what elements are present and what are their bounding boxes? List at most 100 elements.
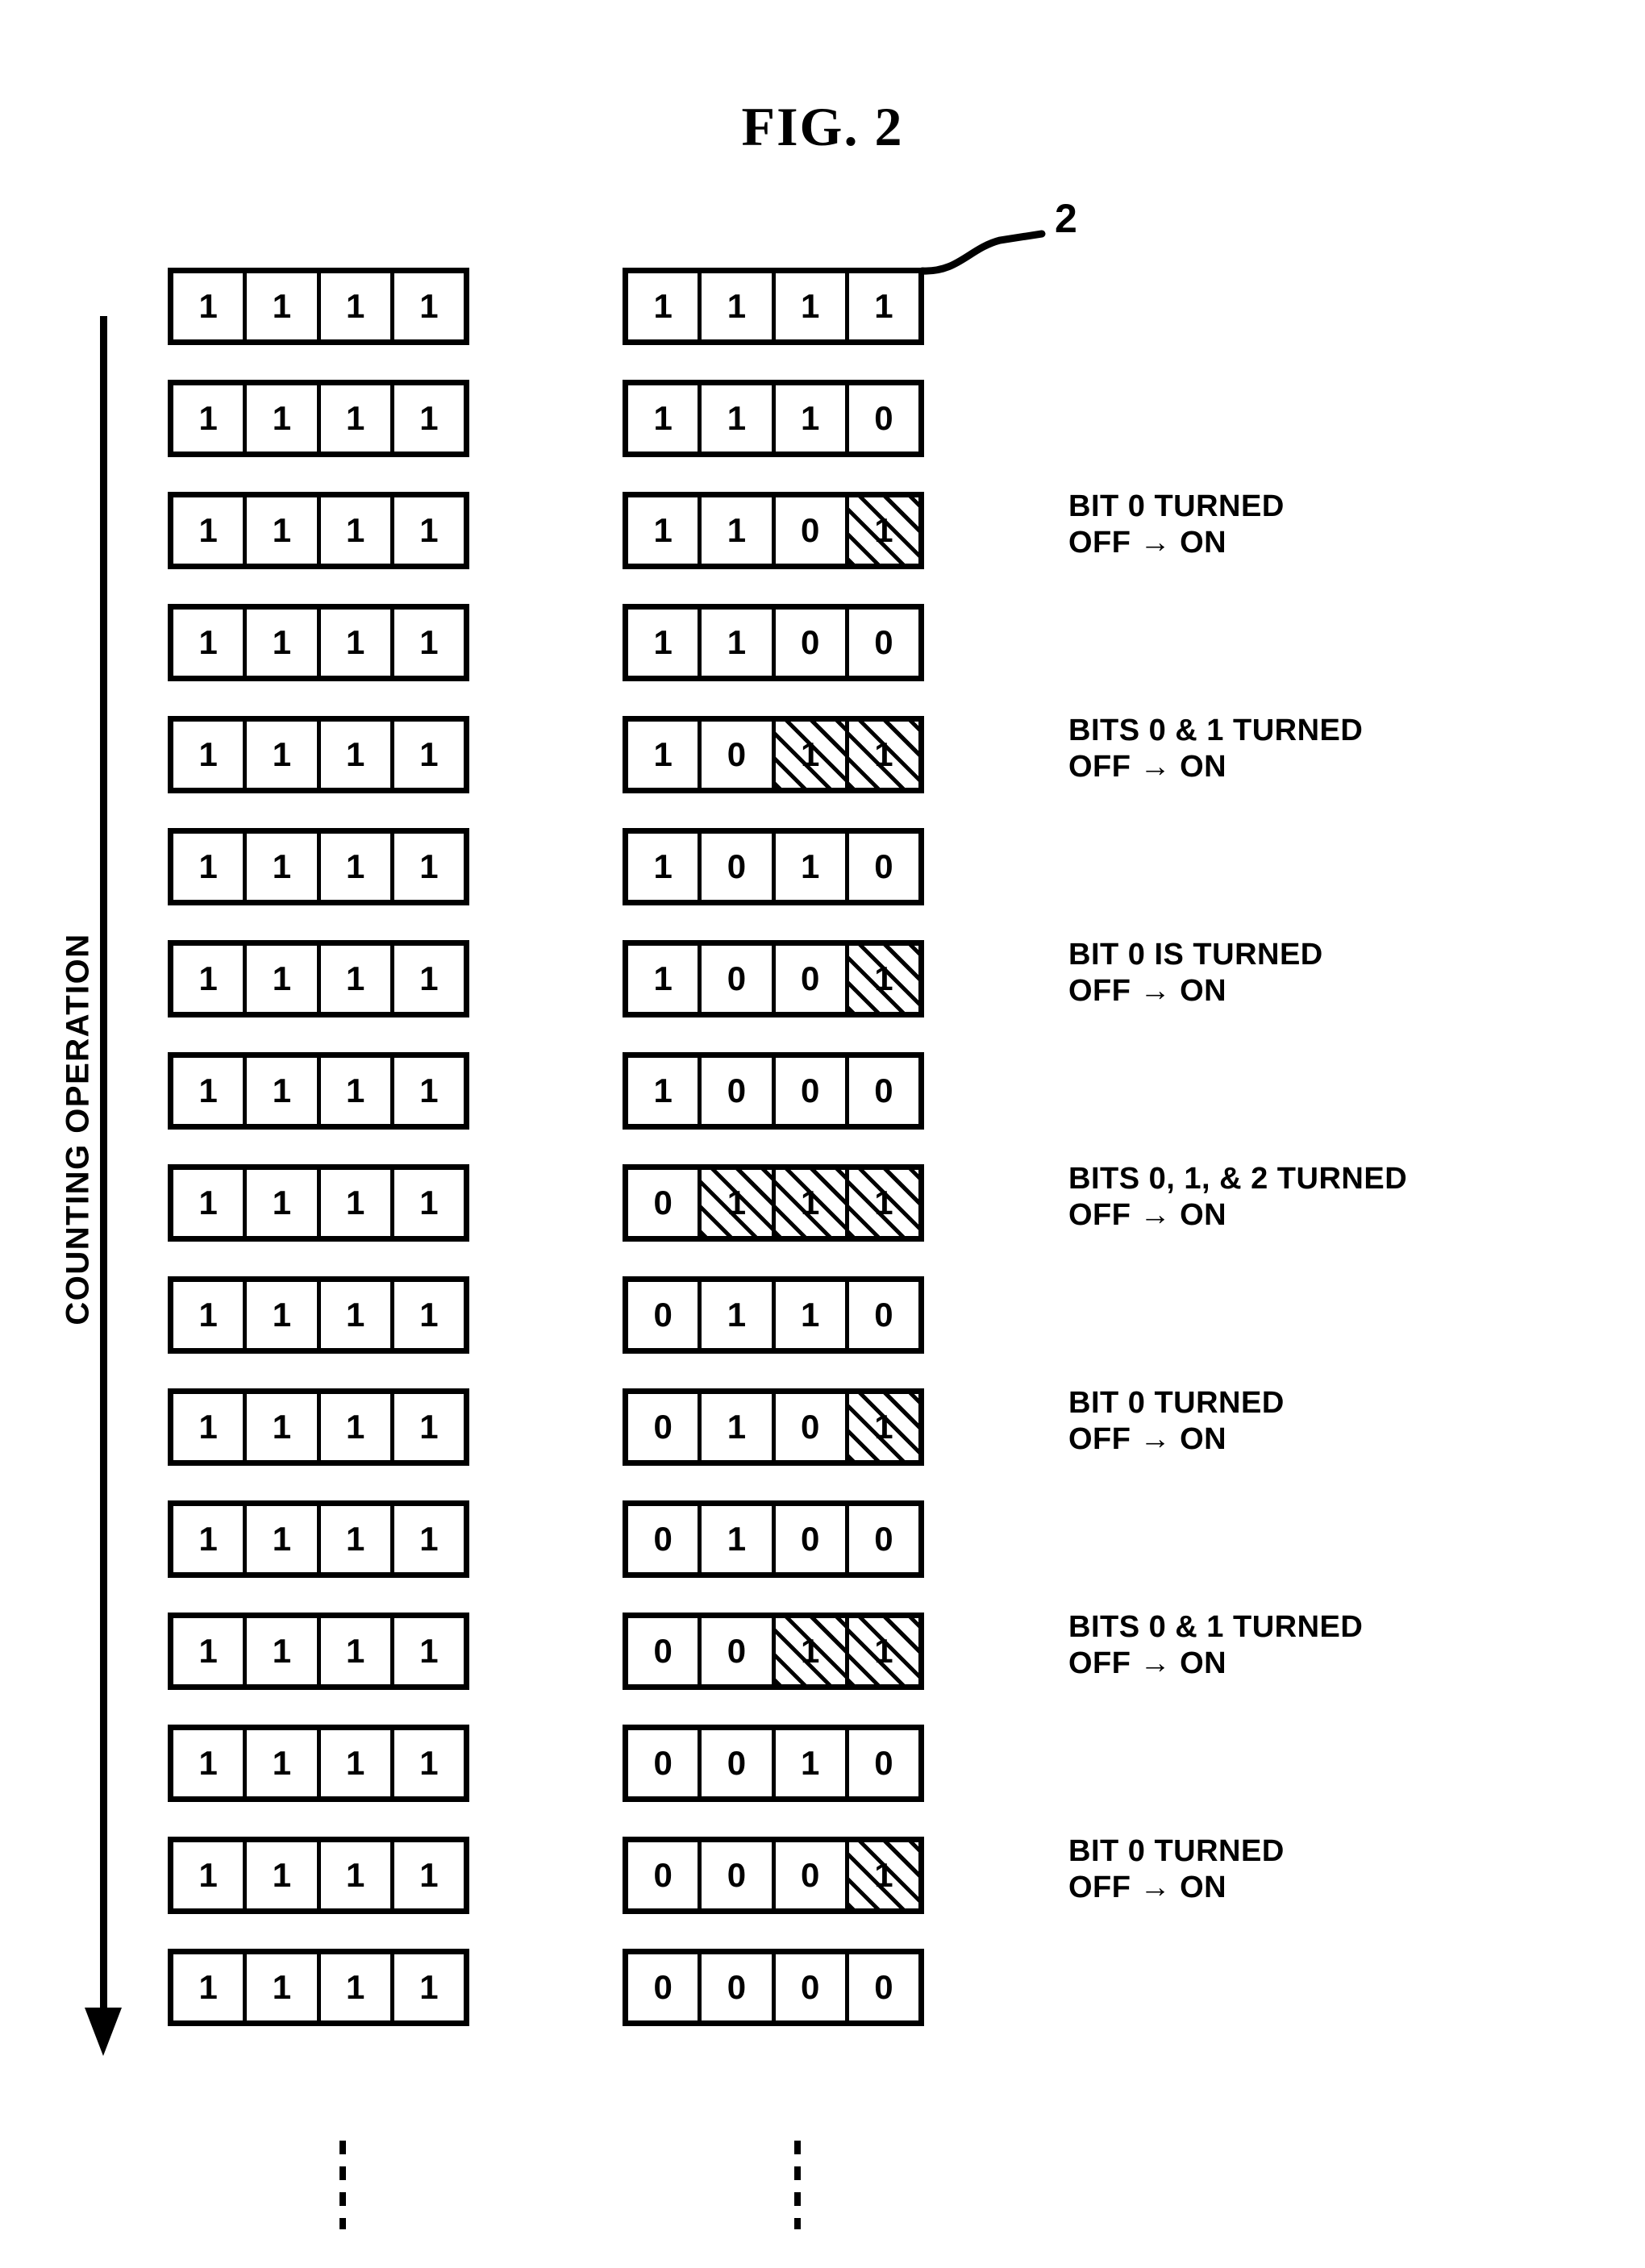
bit-value: 0 [727,1632,747,1670]
bit-value: 1 [272,847,292,885]
bit-row: 1 1 1 1 1 0 0 1 BIT 0 IS TURNED OFF → ON [0,937,1645,1017]
bit-cell: 1 [247,1842,321,1908]
bit-value: 1 [272,623,292,661]
bit-cell: 1 [628,385,702,452]
bit-group-right: 1 1 1 0 [623,380,924,457]
bit-group-right: 0 0 1 1 [623,1613,924,1690]
bit-cell: 1 [702,1394,776,1460]
bit-value: 1 [419,1856,439,1894]
bit-cell: 1 [628,946,702,1012]
bit-row: 1 1 1 1 0 1 0 1 BIT 0 TURNED OFF → ON [0,1386,1645,1466]
bit-value: 0 [727,959,747,997]
bit-value: 1 [419,735,439,773]
bit-change-annotation: BIT 0 IS TURNED OFF → ON [1068,937,1323,1009]
bit-value: 1 [272,1744,292,1782]
annotation-line-2: OFF → ON [1068,1646,1227,1680]
bit-cell: 0 [849,834,918,900]
annotation-line-1: BIT 0 IS TURNED [1068,938,1323,972]
bit-value: 1 [198,1184,218,1221]
bit-row: 1 1 1 1 1 1 1 1 [0,268,1645,345]
bit-value: 0 [800,1520,820,1558]
bit-value: 1 [727,287,747,325]
bit-cell: 0 [849,1058,918,1124]
bit-value: 1 [272,399,292,437]
bit-value: 1 [272,1072,292,1109]
bit-cell: 1 [321,385,394,452]
bit-cell: 1 [394,1506,464,1572]
bit-cell: 1 [702,1282,776,1348]
bit-value: 1 [198,1632,218,1670]
bit-cell: 1 [394,1170,464,1236]
bit-cell: 1 [394,1842,464,1908]
bit-value: 1 [874,1632,893,1670]
bit-change-annotation: BIT 0 TURNED OFF → ON [1068,489,1285,561]
bit-cell: 1 [394,1618,464,1684]
bit-value: 1 [800,287,820,325]
bit-value: 1 [198,1408,218,1446]
bit-cell: 1 [173,834,248,900]
bit-cell: 1 [321,1618,394,1684]
bit-cell: 1 [173,385,248,452]
bit-cell: 0 [776,1954,849,2020]
bit-value: 1 [419,847,439,885]
bit-value: 1 [345,1856,365,1894]
bit-group-right: 0 0 0 1 [623,1837,924,1914]
bit-value: 1 [272,1632,292,1670]
bit-cell: 1 [321,946,394,1012]
bit-cell: 1 [394,497,464,564]
bit-cell: 1 [702,497,776,564]
bit-cell: 1 [321,1842,394,1908]
bit-cell: 1 [173,1842,248,1908]
bit-cell: 0 [849,385,918,452]
bit-cell: 1 [321,1282,394,1348]
bit-cell: 0 [776,1506,849,1572]
bit-value: 1 [272,1968,292,2006]
bit-value: 0 [800,1072,820,1109]
bit-group-left: 1 1 1 1 [168,1949,469,2026]
bit-cell: 1 [247,1954,321,2020]
bit-value: 1 [727,399,747,437]
bit-cell: 1 [247,1394,321,1460]
bit-value: 0 [653,1632,673,1670]
bit-value: 1 [800,1296,820,1334]
bit-cell: 0 [628,1842,702,1908]
bit-value: 1 [272,511,292,549]
annotation-line-1: BITS 0, 1, & 2 TURNED [1068,1162,1408,1196]
bit-group-left: 1 1 1 1 [168,604,469,681]
bit-cell: 1 [321,1058,394,1124]
bit-cell: 1 [776,1282,849,1348]
bit-value: 1 [198,1296,218,1334]
bit-cell: 1 [628,1058,702,1124]
bit-value: 0 [874,1744,893,1782]
bit-cell: 1 [628,273,702,339]
bit-value: 1 [419,399,439,437]
annotation-line-2: OFF → ON [1068,1197,1227,1232]
bit-cell: 1 [776,385,849,452]
bit-cell: 1 [321,1730,394,1796]
bit-group-right: 1 0 0 1 [623,940,924,1017]
bit-group-left: 1 1 1 1 [168,940,469,1017]
bit-cell: 1 [628,497,702,564]
bit-value: 1 [198,511,218,549]
bit-cell: 1 [776,273,849,339]
bit-group-right: 0 1 1 0 [623,1276,924,1354]
bit-value: 0 [727,1072,747,1109]
bit-value: 1 [198,1072,218,1109]
bit-cell: 1 [394,610,464,676]
bit-group-right: 0 1 0 1 [623,1388,924,1466]
annotation-line-1: BITS 0 & 1 TURNED [1068,714,1364,747]
bit-value: 1 [727,1520,747,1558]
bit-cell: 0 [628,1730,702,1796]
bit-cell: 1 [394,1282,464,1348]
bit-cell: 1 [321,1954,394,2020]
bit-group-right: 0 1 0 0 [623,1500,924,1578]
bit-cell: 1 [173,1282,248,1348]
bit-cell: 1 [394,1730,464,1796]
annotation-line-1: BIT 0 TURNED [1068,1386,1285,1420]
bit-value: 1 [198,623,218,661]
bit-row: 1 1 1 1 0 0 1 0 [0,1725,1645,1802]
bit-change-annotation: BITS 0 & 1 TURNED OFF → ON [1068,1609,1363,1682]
bit-cell: 1 [321,722,394,788]
bit-group-left: 1 1 1 1 [168,1500,469,1578]
bit-group-left: 1 1 1 1 [168,828,469,905]
